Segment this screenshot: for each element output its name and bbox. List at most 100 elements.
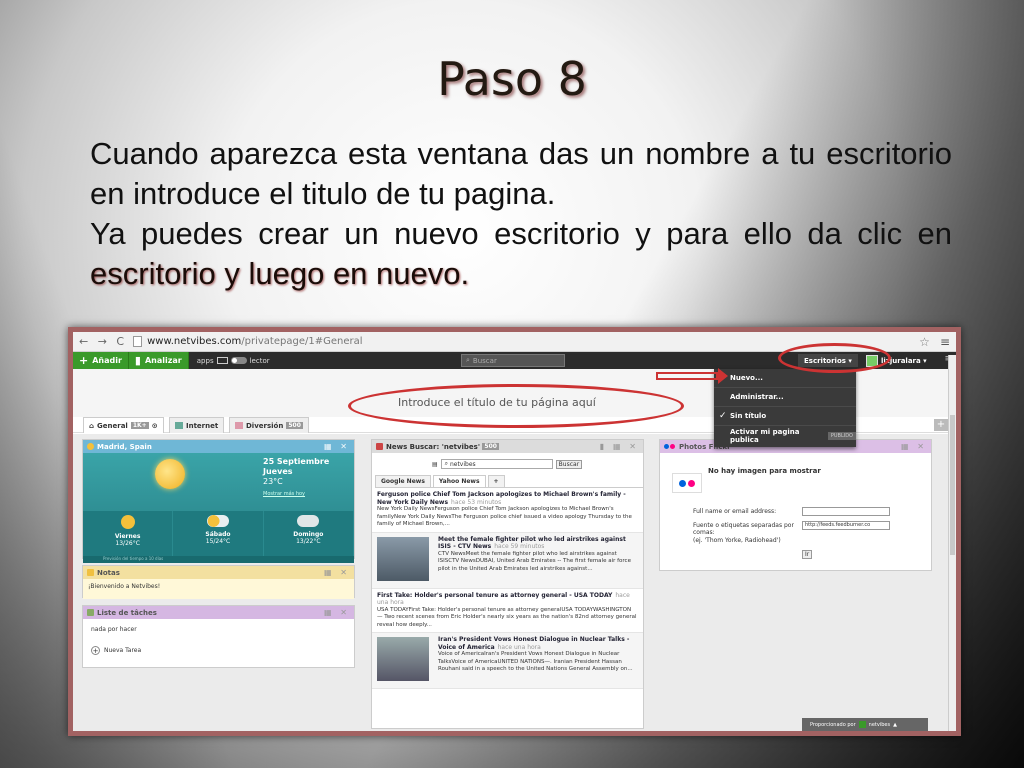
news-headline-text: First Take: Holder's personal tenure as … <box>377 591 613 599</box>
nav-buttons[interactable]: ← → C <box>79 335 127 348</box>
tab-internet-label: Internet <box>186 421 219 430</box>
news-item-headline[interactable]: Ferguson police Chief Tom Jackson apolog… <box>377 491 638 506</box>
flickr-source-label: Fuente o etiquetas separadas por <box>693 521 794 529</box>
checkmark-icon: ✓ <box>719 411 727 421</box>
escritorios-dropdown: Nuevo... Administrar... ✓ Sin título Acti… <box>714 369 856 447</box>
plus-icon: + <box>91 646 100 655</box>
flickr-empty-message: No hay imagen para mostrar <box>708 467 821 475</box>
news-item-headline[interactable]: Meet the female fighter pilot who led ai… <box>438 536 638 551</box>
flickr-source-field[interactable]: http://feeds.feedburner.co <box>802 521 890 530</box>
forecast-day-temp: 13/22°C <box>296 538 321 545</box>
add-news-tab-button[interactable]: + <box>487 475 505 487</box>
todo-title: Liste de tâches <box>97 608 157 617</box>
news-item-headline[interactable]: Iran's President Vows Honest Dialogue in… <box>438 636 638 651</box>
url-text[interactable]: www.netvibes.com/privatepage/1#General <box>147 336 919 347</box>
news-item-text: New York Daily NewsFerguson police Chief… <box>377 506 632 527</box>
widget-controls-icon[interactable]: ▦ ✕ <box>324 568 350 577</box>
news-item[interactable]: Meet the female fighter pilot who led ai… <box>372 532 643 589</box>
tab-google-news[interactable]: Google News <box>375 475 431 487</box>
flickr-go-button[interactable]: Ir <box>802 550 813 559</box>
tab-general-label: General <box>97 421 128 430</box>
url-path: /privatepage/1#General <box>241 336 363 347</box>
widget-controls-icon[interactable]: ▦ ✕ <box>324 442 350 451</box>
news-title: News Buscar: 'netvibes' <box>386 442 480 451</box>
page-scrollbar[interactable] <box>948 355 956 731</box>
weather-date: 25 Septiembre Jueves 23°C <box>263 457 329 487</box>
widget-controls-icon[interactable]: ▮ ▦ ✕ <box>600 442 639 451</box>
flag-icon[interactable]: ▤ <box>432 461 438 468</box>
tab-general[interactable]: ⌂ General 1K+ ⊙ <box>83 417 164 433</box>
notes-body[interactable]: ¡Bienvenido a Netvibes! <box>83 579 354 599</box>
paragraph-2-highlight: escritorio y luego en nuevo. <box>90 256 470 291</box>
menu-icon[interactable]: ≡ <box>940 335 950 349</box>
reader-label: lector <box>249 356 270 365</box>
tab-internet-icon <box>175 422 183 429</box>
dashboard-area: Madrid, Spain ▦ ✕ 25 Septiembre Jueves 23… <box>73 434 948 731</box>
tab-settings-icon[interactable]: ⊙ <box>152 422 158 430</box>
menu-item-activar-label: Activar mi pagina publica <box>730 427 800 444</box>
provided-by-label: Proporcionado por <box>810 721 856 728</box>
news-item[interactable]: Ferguson police Chief Tom Jackson apolog… <box>372 488 643 533</box>
news-item-text: CTV NewsMeet the female fighter pilot wh… <box>438 550 631 572</box>
news-header: News Buscar: 'netvibes' 500 ▮ ▦ ✕ <box>372 440 643 453</box>
analyze-button[interactable]: ▮ Analizar <box>128 352 189 369</box>
add-tab-button[interactable]: + <box>934 419 948 431</box>
bookmark-star-icon[interactable]: ☆ <box>919 335 930 349</box>
address-bar[interactable]: ← → C www.netvibes.com/privatepage/1#Gen… <box>73 332 956 352</box>
forecast-day-temp: 13/26°C <box>115 540 140 547</box>
provided-by-bar[interactable]: Proporcionado por netvibes ▲ <box>802 718 928 731</box>
add-label: Añadir <box>92 356 122 365</box>
escritorios-button[interactable]: Escritorios ▾ <box>798 354 858 367</box>
news-item[interactable]: First Take: Holder's personal tenure as … <box>372 589 643 633</box>
forecast-day-name: Sábado <box>205 531 231 538</box>
notes-header: Notas ▦ ✕ <box>83 566 354 579</box>
page-icon <box>133 336 143 347</box>
checkbox-icon <box>87 609 94 616</box>
page-title-input[interactable]: Introduce el título de tu página aquí <box>398 396 596 409</box>
search-input[interactable]: ⌕ Buscar <box>461 354 565 367</box>
tab-diversion[interactable]: Diversión 500 <box>229 417 309 433</box>
menu-item-nuevo[interactable]: Nuevo... <box>714 369 856 388</box>
news-query: netvibes <box>449 460 476 468</box>
menu-item-activar-publica[interactable]: Activar mi pagina publica PUBLIDO <box>714 426 856 445</box>
flickr-name-field[interactable] <box>802 507 890 516</box>
analyze-label: Analizar <box>144 356 182 365</box>
menu-item-sin-titulo[interactable]: ✓ Sin título <box>714 407 856 426</box>
widget-controls-icon[interactable]: ▦ ✕ <box>324 608 350 617</box>
news-search-button[interactable]: Buscar <box>555 459 583 469</box>
view-toggle[interactable] <box>230 357 247 364</box>
flickr-widget: Photos Flickr ▦ ✕ No hay imagen para most… <box>659 439 932 571</box>
news-item-headline[interactable]: First Take: Holder's personal tenure as … <box>377 592 638 607</box>
news-search-input[interactable]: ⌕ netvibes <box>440 459 553 469</box>
apps-reader-switch[interactable]: apps lector <box>197 357 270 365</box>
grid-icon <box>216 357 228 364</box>
widget-controls-icon[interactable]: ▦ ✕ <box>901 442 927 451</box>
netvibes-brand: netvibes <box>868 721 891 728</box>
tab-internet[interactable]: Internet <box>169 417 225 433</box>
notes-widget: Notas ▦ ✕ ¡Bienvenido a Netvibes! <box>82 565 355 599</box>
weather-footer[interactable]: Previsión del tiempo a 10 días <box>83 556 354 563</box>
menu-item-administrar[interactable]: Administrar... <box>714 388 856 407</box>
flickr-name-label: Full name or email address: <box>693 508 777 515</box>
news-item[interactable]: Iran's President Vows Honest Dialogue in… <box>372 633 643 689</box>
weather-more-link[interactable]: Mostrar más hoy <box>263 491 305 497</box>
info-icon[interactable]: ! <box>778 354 781 363</box>
tab-diversion-label: Diversión <box>246 421 284 430</box>
weather-sun-icon <box>155 459 185 489</box>
todo-header: Liste de tâches ▦ ✕ <box>83 606 354 619</box>
news-item-text: Voice of AmericaIran's President Vows Ho… <box>438 651 633 672</box>
todo-widget: Liste de tâches ▦ ✕ nada por hacer + Nueva… <box>82 605 355 668</box>
add-button[interactable]: + Añadir <box>73 352 129 369</box>
flickr-source-label-2: comas: <box>693 529 715 536</box>
news-headline-text: Ferguson police Chief Tom Jackson apolog… <box>377 491 626 506</box>
avatar <box>866 354 878 367</box>
tab-yahoo-news[interactable]: Yahoo News <box>432 475 486 487</box>
user-menu[interactable]: lizjuralara ▾ <box>866 352 927 369</box>
url-host: www.netvibes.com <box>147 336 242 347</box>
news-item-text: USA TODAYFirst Take: Holder's personal t… <box>377 606 637 628</box>
scrollbar-thumb[interactable] <box>950 415 955 555</box>
netvibes-logo-icon <box>858 721 866 728</box>
weather-forecast: Viernes 13/26°C Sábado 15/24°C Domingo 13/2… <box>83 511 354 556</box>
new-task-label: Nueva Tarea <box>104 647 142 654</box>
new-task-button[interactable]: + Nueva Tarea <box>91 644 346 657</box>
